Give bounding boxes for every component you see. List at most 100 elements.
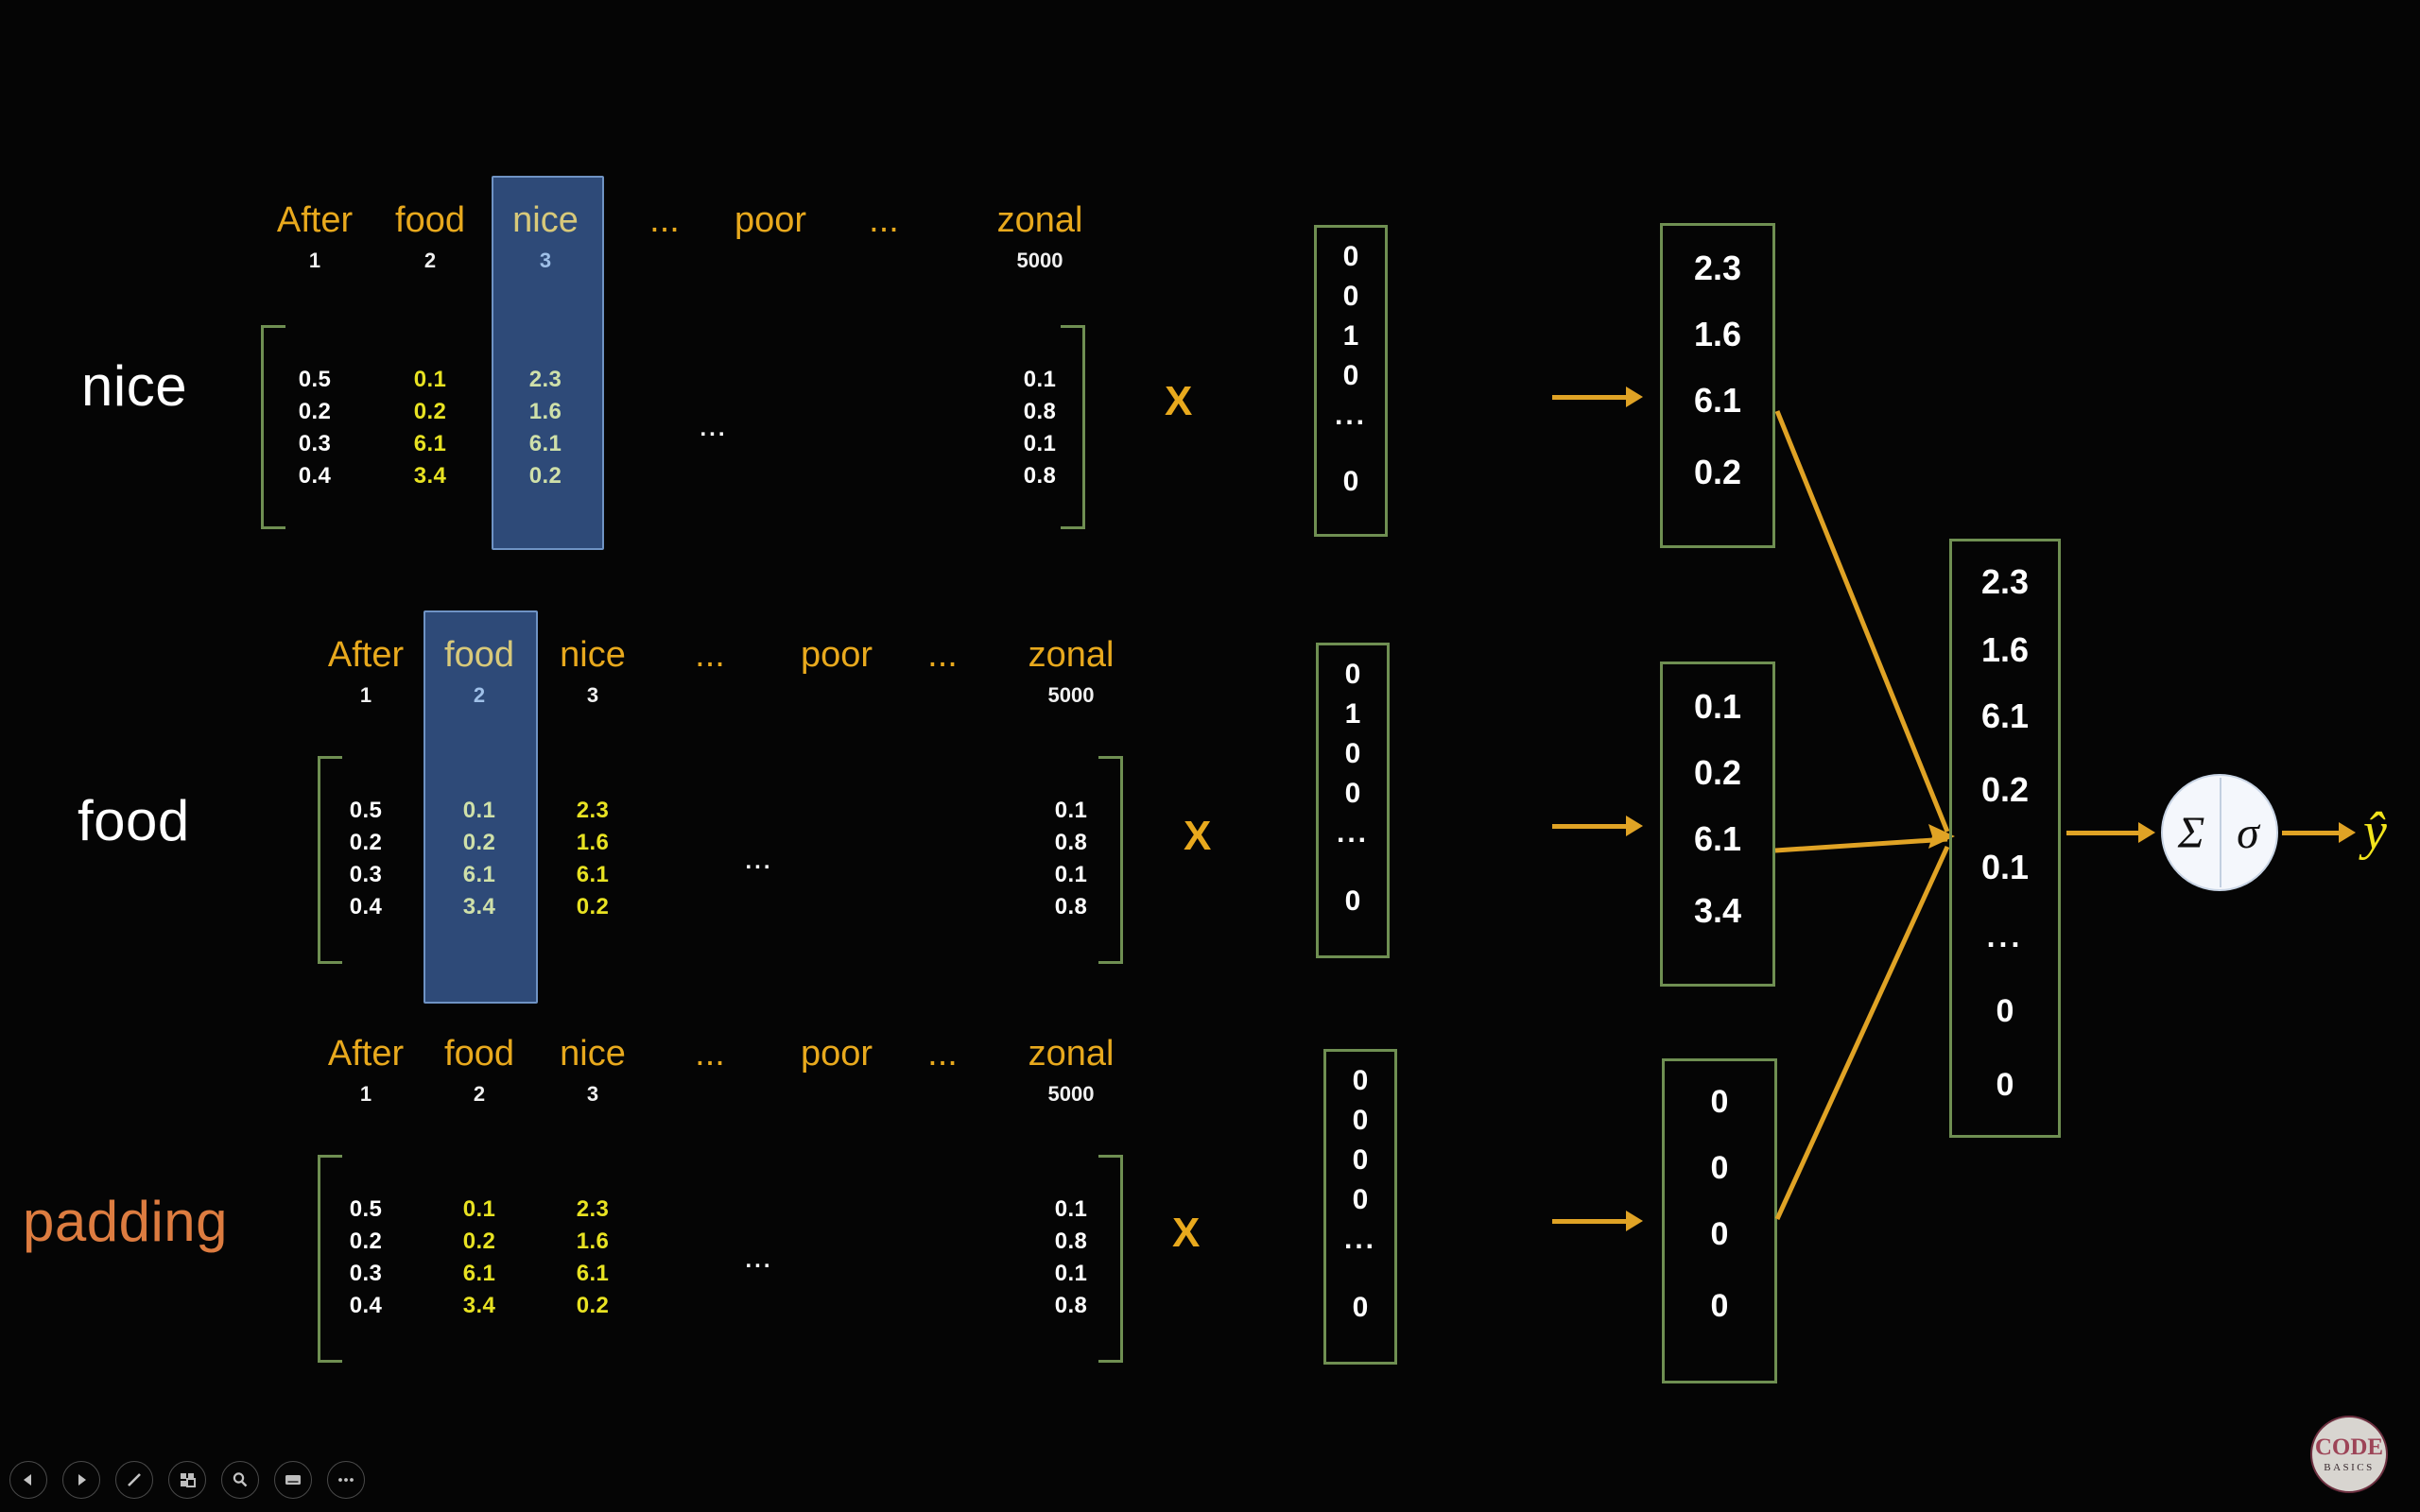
matrix-cell: 0.2 [349, 830, 383, 855]
row-label-padding: padding [23, 1190, 229, 1253]
vocab-header-food-row3: food 2 [444, 1034, 514, 1106]
vocab-header-nice-row3: nice 3 [560, 1034, 626, 1106]
row-label-nice: nice [81, 354, 188, 418]
concat-item: 2.3 [1980, 562, 2030, 601]
vocab-header-nice-row1: nice 3 [512, 200, 579, 272]
matrix-bracket-left-row3 [318, 1155, 342, 1363]
matrix-cell: 3.4 [462, 1293, 496, 1318]
matrix-cell: 0.1 [413, 367, 447, 392]
vocab-header-ellipsis2-row3: ... [927, 1034, 958, 1074]
onehot-item: 0 [1352, 1292, 1369, 1323]
matrix-cell: 0.5 [298, 367, 332, 392]
logo-line-1: CODE [2314, 1435, 2384, 1460]
onehot-item: 0 [1344, 659, 1361, 690]
matrix-cell: 0.2 [576, 894, 610, 919]
onehot-item: 0 [1344, 885, 1361, 917]
magnifier-icon [233, 1472, 248, 1487]
transform-arrow-row1 [1552, 395, 1628, 400]
matrix-cell-highlighted: 3.4 [462, 894, 496, 919]
matrix-cell: 0.8 [1023, 399, 1057, 424]
caption-icon [285, 1475, 301, 1485]
multiply-symbol-row1: X [1165, 378, 1193, 424]
onehot-item: 0 [1352, 1184, 1369, 1215]
onehot-item: 0 [1342, 241, 1359, 272]
concat-item: 0.2 [1980, 770, 2030, 809]
triangle-left-icon [24, 1474, 31, 1486]
transform-arrow-row3 [1552, 1219, 1628, 1224]
codebasics-logo: CODE BASICS [2310, 1416, 2388, 1493]
concat-item: 0 [1996, 1067, 2014, 1103]
matrix-cell: 0.5 [349, 1196, 383, 1222]
triangle-right-icon [78, 1474, 86, 1486]
transform-arrow-head-row3 [1626, 1211, 1643, 1231]
matrix-bracket-right-row1 [1061, 325, 1085, 529]
more-options-button[interactable] [327, 1461, 365, 1499]
embedding-item: 3.4 [1693, 891, 1742, 930]
onehot-item: 0 [1342, 466, 1359, 497]
next-slide-button[interactable] [62, 1461, 100, 1499]
matrix-bracket-right-row2 [1098, 756, 1123, 964]
matrix-cell: 0.2 [462, 1228, 496, 1254]
matrix-cell: 0.1 [1054, 1261, 1088, 1286]
row-label-food: food [78, 789, 190, 852]
onehot-ellipsis: ... [1334, 400, 1367, 431]
vocab-header-poor-row2: poor [800, 635, 873, 675]
vocab-header-poor-row3: poor [800, 1034, 873, 1074]
neuron-node: Σ σ [2161, 774, 2278, 891]
multiply-symbol-row2: X [1184, 813, 1212, 859]
embedding-vector-row1: 2.3 1.6 6.1 0.2 [1660, 223, 1775, 548]
onehot-item: 0 [1342, 281, 1359, 312]
vocab-header-after-row2: After 1 [327, 635, 405, 707]
matrix-cell: 0.1 [1054, 1196, 1088, 1222]
matrix-cell: 0.1 [1054, 798, 1088, 823]
onehot-item: 0 [1342, 360, 1359, 391]
matrix-cell: 6.1 [413, 431, 447, 456]
matrix-cell: 0.4 [349, 1293, 383, 1318]
embedding-item: 6.1 [1693, 819, 1742, 858]
embedding-item: 0.1 [1693, 687, 1742, 726]
slide-overview-button[interactable] [168, 1461, 206, 1499]
neuron-input-arrow-head [2138, 822, 2155, 843]
matrix-cell: 0.1 [1054, 862, 1088, 887]
pen-tool-button[interactable] [115, 1461, 153, 1499]
matrix-bracket-left-row2 [318, 756, 342, 964]
matrix-cell-highlighted: 1.6 [528, 399, 562, 424]
multiply-symbol-row3: X [1172, 1210, 1201, 1256]
matrix-cell: 0.4 [298, 463, 332, 489]
matrix-cell: 0.3 [298, 431, 332, 456]
presentation-toolbar[interactable] [9, 1461, 365, 1499]
pen-icon [128, 1473, 141, 1486]
onehot-ellipsis: ... [1343, 1224, 1376, 1255]
concat-item: 6.1 [1980, 696, 2030, 735]
previous-slide-button[interactable] [9, 1461, 47, 1499]
vocab-header-after-row1: After 1 [276, 200, 354, 272]
vocab-header-zonal-row2: zonal 5000 [1028, 635, 1115, 707]
neuron-activation-symbol: σ [2237, 807, 2259, 858]
matrix-cell-highlighted: 2.3 [528, 367, 562, 392]
embedding-vector-row2: 0.1 0.2 6.1 3.4 [1660, 662, 1775, 987]
vocab-header-ellipsis1-row2: ... [695, 635, 725, 675]
matrix-cell: 0.8 [1054, 894, 1088, 919]
vocab-header-ellipsis1-row3: ... [695, 1034, 725, 1074]
matrix-cell: 6.1 [576, 862, 610, 887]
matrix-cell: 0.1 [462, 1196, 496, 1222]
matrix-cell: 3.4 [413, 463, 447, 489]
matrix-cell: 6.1 [462, 1261, 496, 1286]
matrix-cell: 0.2 [298, 399, 332, 424]
vocab-header-food-row1: food 2 [395, 200, 465, 272]
vocab-header-zonal-row1: zonal 5000 [996, 200, 1083, 272]
neuron-sum-symbol: Σ [2177, 807, 2205, 858]
onehot-item: 0 [1344, 778, 1361, 809]
output-arrow-head [2339, 822, 2356, 843]
zoom-button[interactable] [221, 1461, 259, 1499]
matrix-cell: 0.3 [349, 862, 383, 887]
ellipsis-icon [338, 1478, 354, 1482]
embedding-item: 0 [1710, 1288, 1729, 1324]
captions-button[interactable] [274, 1461, 312, 1499]
matrix-ellipsis: ... [745, 849, 773, 874]
transform-arrow-head-row1 [1626, 387, 1643, 407]
matrix-cell: 1.6 [576, 830, 610, 855]
matrix-cell: 0.1 [1023, 431, 1057, 456]
matrix-cell: 0.1 [1023, 367, 1057, 392]
matrix-cell: 0.2 [349, 1228, 383, 1254]
